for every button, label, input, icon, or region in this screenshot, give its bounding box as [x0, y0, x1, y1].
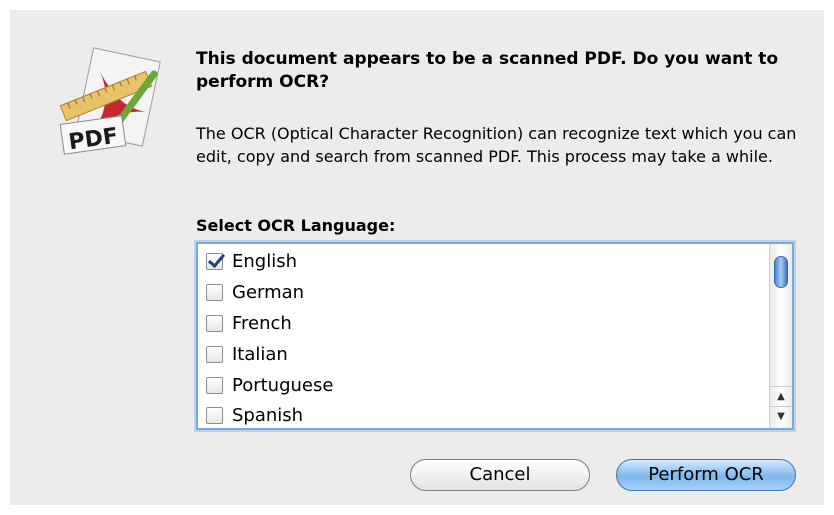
- scrollbar-thumb[interactable]: [774, 256, 788, 288]
- language-item-german[interactable]: German: [206, 279, 304, 305]
- list-scrollbar[interactable]: ▲ ▼: [769, 244, 792, 428]
- language-item-french[interactable]: French: [206, 310, 292, 336]
- portuguese-checkbox[interactable]: [206, 376, 223, 394]
- dialog-headline: This document appears to be a scanned PD…: [196, 49, 779, 92]
- ocr-dialog: PDF This document appears to be a scanne…: [10, 10, 824, 505]
- scroll-down-arrow-icon[interactable]: ▼: [770, 406, 792, 427]
- italian-checkbox[interactable]: [206, 345, 223, 363]
- language-item-label: French: [232, 312, 292, 334]
- french-checkbox[interactable]: [206, 314, 223, 332]
- language-item-label: German: [232, 281, 305, 303]
- language-label: Select OCR Language:: [196, 216, 396, 235]
- dialog-body-text: The OCR (Optical Character Recognition) …: [196, 124, 797, 166]
- german-checkbox[interactable]: [206, 283, 223, 301]
- scroll-up-arrow-icon[interactable]: ▲: [770, 386, 792, 407]
- language-list[interactable]: English German French Italian Portuguese…: [196, 242, 794, 430]
- pdf-document-icon: PDF: [50, 46, 166, 162]
- language-item-label: Portuguese: [232, 374, 334, 396]
- language-item-english[interactable]: English: [206, 248, 297, 274]
- language-item-italian[interactable]: Italian: [206, 341, 288, 367]
- spanish-checkbox[interactable]: [206, 406, 223, 424]
- language-item-spanish[interactable]: Spanish: [206, 402, 303, 428]
- cancel-button[interactable]: Cancel: [410, 459, 590, 491]
- perform-ocr-button[interactable]: Perform OCR: [616, 459, 796, 491]
- language-item-label: Spanish: [232, 404, 304, 426]
- language-item-label: Italian: [232, 343, 288, 365]
- english-checkbox[interactable]: [206, 252, 223, 270]
- language-item-label: English: [232, 250, 297, 272]
- language-item-portuguese[interactable]: Portuguese: [206, 372, 333, 398]
